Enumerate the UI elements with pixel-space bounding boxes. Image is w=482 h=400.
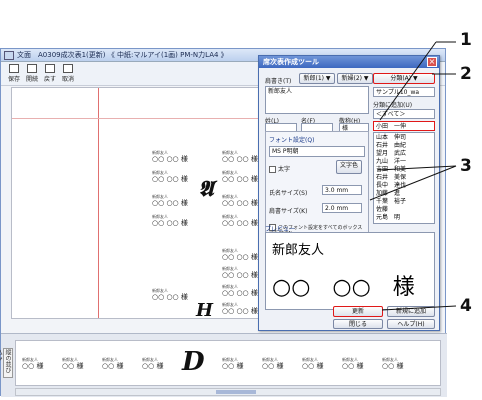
callout-number-3: 3 <box>460 156 472 176</box>
callout-line-3 <box>369 165 457 201</box>
callout-number-2: 2 <box>460 64 472 84</box>
callout-number-1: 1 <box>460 30 472 50</box>
callout-lines <box>369 41 457 311</box>
callout-line-4 <box>381 305 457 311</box>
callout-number-4: 4 <box>460 296 472 316</box>
callout-line-1b <box>379 41 437 121</box>
callout-line-3b <box>377 165 457 171</box>
